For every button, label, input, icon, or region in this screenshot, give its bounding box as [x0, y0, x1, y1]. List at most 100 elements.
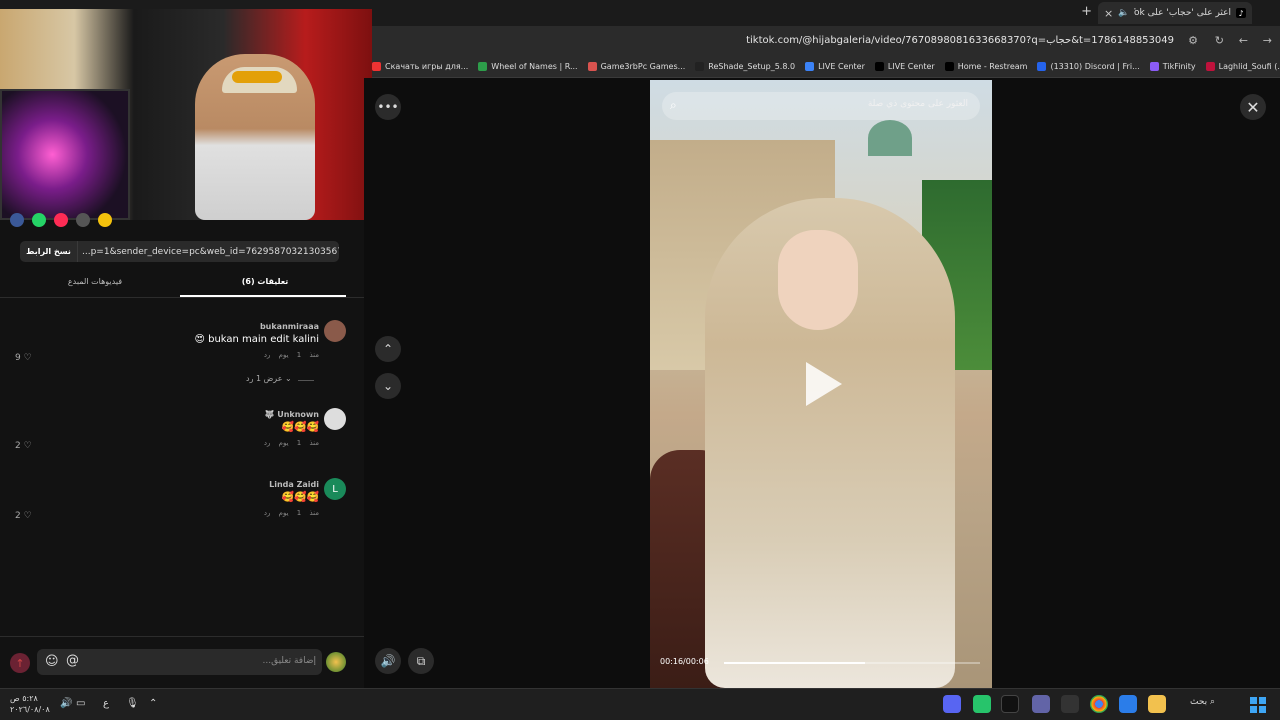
comment-username[interactable]: Linda Zaidi — [269, 480, 319, 489]
bookmark-label: LIVE Center — [818, 62, 865, 71]
taskbar-search[interactable]: ⌕ بحث — [1190, 697, 1215, 707]
new-tab-button[interactable]: + — [1081, 4, 1092, 19]
microphone-icon[interactable]: 🎙 — [126, 698, 139, 709]
bookmark-favicon-icon — [1205, 62, 1215, 71]
comment-meta: منذ 1 يوم رد — [264, 439, 319, 447]
chevron-up-icon[interactable]: ⌃ — [149, 698, 157, 709]
tab-comments[interactable]: تعليقات (6) — [175, 277, 355, 286]
discord-icon[interactable] — [943, 695, 961, 713]
speaker-icon[interactable]: 🔊 — [60, 698, 72, 709]
play-icon[interactable] — [806, 362, 842, 406]
bookmark-item[interactable]: LIVE Center — [874, 62, 935, 71]
site-settings-icon[interactable]: ⚙ — [1188, 34, 1198, 47]
browser-tab[interactable]: ♪ اعثر على 'حجاب' على TikTok 🔈 × — [1098, 2, 1252, 24]
comment-meta: منذ 1 يوم رد — [264, 509, 319, 517]
terminal-icon[interactable] — [1061, 695, 1079, 713]
store-icon[interactable] — [1119, 695, 1137, 713]
like-count[interactable]: 9 ♡ — [15, 353, 32, 363]
bookmark-item[interactable]: (13310) Discord | Fri... — [1037, 62, 1140, 71]
tab-title: اعثر على 'حجاب' على TikTok — [1134, 8, 1231, 18]
avatar[interactable] — [326, 652, 346, 672]
reply-button[interactable]: رد — [264, 439, 271, 447]
clock[interactable]: ٥:٢٨ ص ٢٠٢٦/٠٨/٠٨ — [10, 693, 50, 715]
emoji-icon[interactable]: ☺ — [45, 654, 59, 669]
comment-time: منذ 1 يوم — [278, 351, 319, 359]
reply-button[interactable]: رد — [264, 509, 271, 517]
related-search-bar[interactable]: ⌕ العثور على محتوى ذي صلة — [662, 92, 980, 120]
like-count[interactable]: 2 ♡ — [15, 511, 32, 521]
comment-input[interactable]: ☺ @ إضافة تعليق... — [37, 649, 322, 675]
copy-link-button[interactable]: نسخ الرابط — [20, 241, 78, 262]
back-arrow-icon[interactable]: → — [1263, 34, 1272, 47]
share-icon[interactable] — [54, 213, 68, 227]
clock-time: ٥:٢٨ ص — [10, 694, 38, 703]
close-icon[interactable]: ✕ — [1240, 94, 1266, 120]
search-icon: ⌕ — [670, 98, 677, 112]
comment-username[interactable]: bukanmiraaa — [260, 322, 319, 331]
taskbar-search-label: بحث — [1190, 697, 1208, 707]
comment-username[interactable]: Unknown 🐺 — [264, 410, 319, 419]
tab-close-button[interactable]: × — [1104, 7, 1113, 20]
whatsapp-share-icon[interactable] — [32, 213, 46, 227]
bookmark-item[interactable]: Game3rbPc Games... — [587, 62, 685, 71]
bookmark-label: LIVE Center — [887, 62, 935, 71]
pip-icon[interactable]: ⧉ — [408, 648, 434, 674]
chrome-icon[interactable] — [1090, 695, 1108, 713]
mention-icon[interactable]: @ — [66, 653, 79, 668]
taskbar: ٥:٢٨ ص ٢٠٢٦/٠٨/٠٨ 🔊 ▭ ع 🎙 ⌃ ⌕ بحث — [0, 688, 1280, 720]
bookmark-favicon-icon — [874, 62, 884, 71]
panel-tabs: فيديوهات المبدع تعليقات (6) — [0, 272, 364, 298]
reply-button[interactable]: رد — [264, 351, 271, 359]
avatar[interactable] — [324, 320, 346, 342]
bookmark-item[interactable]: LIVE Center — [805, 62, 865, 71]
gaming-pc-image — [0, 89, 130, 220]
app-icon[interactable] — [973, 695, 991, 713]
video-player[interactable]: ⌕ العثور على محتوى ذي صلة 00:16/00:06 — [650, 80, 992, 688]
more-share-icon[interactable] — [76, 213, 90, 227]
share-link-text[interactable]: ...p=1&sender_device=pc&web_id=762958703… — [78, 247, 339, 257]
volume-icon[interactable]: 🔊 — [375, 648, 401, 674]
more-options-icon[interactable]: ••• — [375, 94, 401, 120]
bookmark-item[interactable]: ReShade_Setup_5.8.0 — [695, 62, 795, 71]
comments-panel: نسخ الرابط ...p=1&sender_device=pc&web_i… — [0, 213, 364, 688]
nvidia-icon[interactable] — [1001, 695, 1019, 713]
comment-time: منذ 1 يوم — [278, 509, 319, 517]
avatar[interactable]: L — [324, 478, 346, 500]
bookmark-label: (13310) Discord | Fri... — [1050, 62, 1140, 71]
bookmark-item[interactable]: Скачать игры для... — [372, 62, 468, 71]
view-replies-button[interactable]: عرض 1 رد ⌄ — [246, 374, 292, 383]
bookmark-label: ReShade_Setup_5.8.0 — [708, 62, 796, 71]
bookmark-label: Home - Restream — [957, 62, 1028, 71]
reload-icon[interactable]: ↻ — [1215, 34, 1224, 47]
chevron-up-icon[interactable]: ⌃ — [375, 336, 401, 362]
comment-text: 🥰🥰🥰 — [281, 492, 319, 503]
dome-image — [868, 120, 912, 156]
speaker-icon[interactable]: 🔈 — [1118, 8, 1129, 18]
input-language[interactable]: ع — [103, 698, 109, 709]
url-text[interactable]: tiktok.com/@hijabgaleria/video/767089808… — [746, 35, 1174, 46]
comment-time: منذ 1 يوم — [278, 439, 319, 447]
folder-icon[interactable] — [1148, 695, 1166, 713]
chevron-down-icon[interactable]: ⌄ — [375, 373, 401, 399]
video-time: 00:16/00:06 — [660, 657, 709, 666]
send-button[interactable]: ↑ — [10, 653, 30, 673]
bookmark-label: Wheel of Names | R... — [491, 62, 578, 71]
bookmark-item[interactable]: Wheel of Names | R... — [478, 62, 578, 71]
like-count[interactable]: 2 ♡ — [15, 441, 32, 451]
forward-arrow-icon[interactable]: ← — [1239, 34, 1248, 47]
share-icons-row — [10, 213, 112, 230]
emoji-share-icon[interactable] — [98, 213, 112, 227]
avatar[interactable] — [324, 408, 346, 430]
bookmark-label: Скачать игры для... — [385, 62, 469, 71]
bookmark-item[interactable]: Laghlid_Soufi (...(+99) — [1205, 62, 1280, 71]
tab-creator-videos[interactable]: فيديوهات المبدع — [5, 277, 185, 286]
tab-divider — [0, 297, 364, 298]
windows-start-icon[interactable] — [1250, 697, 1266, 713]
bookmark-item[interactable]: TikFinity — [1149, 62, 1196, 71]
network-icon[interactable]: ▭ — [76, 698, 85, 709]
facebook-share-icon[interactable] — [10, 213, 24, 227]
video-progress-bar[interactable] — [724, 662, 980, 664]
teams-icon[interactable] — [1032, 695, 1050, 713]
streamer-glasses — [232, 71, 282, 83]
bookmark-item[interactable]: Home - Restream — [944, 62, 1028, 71]
